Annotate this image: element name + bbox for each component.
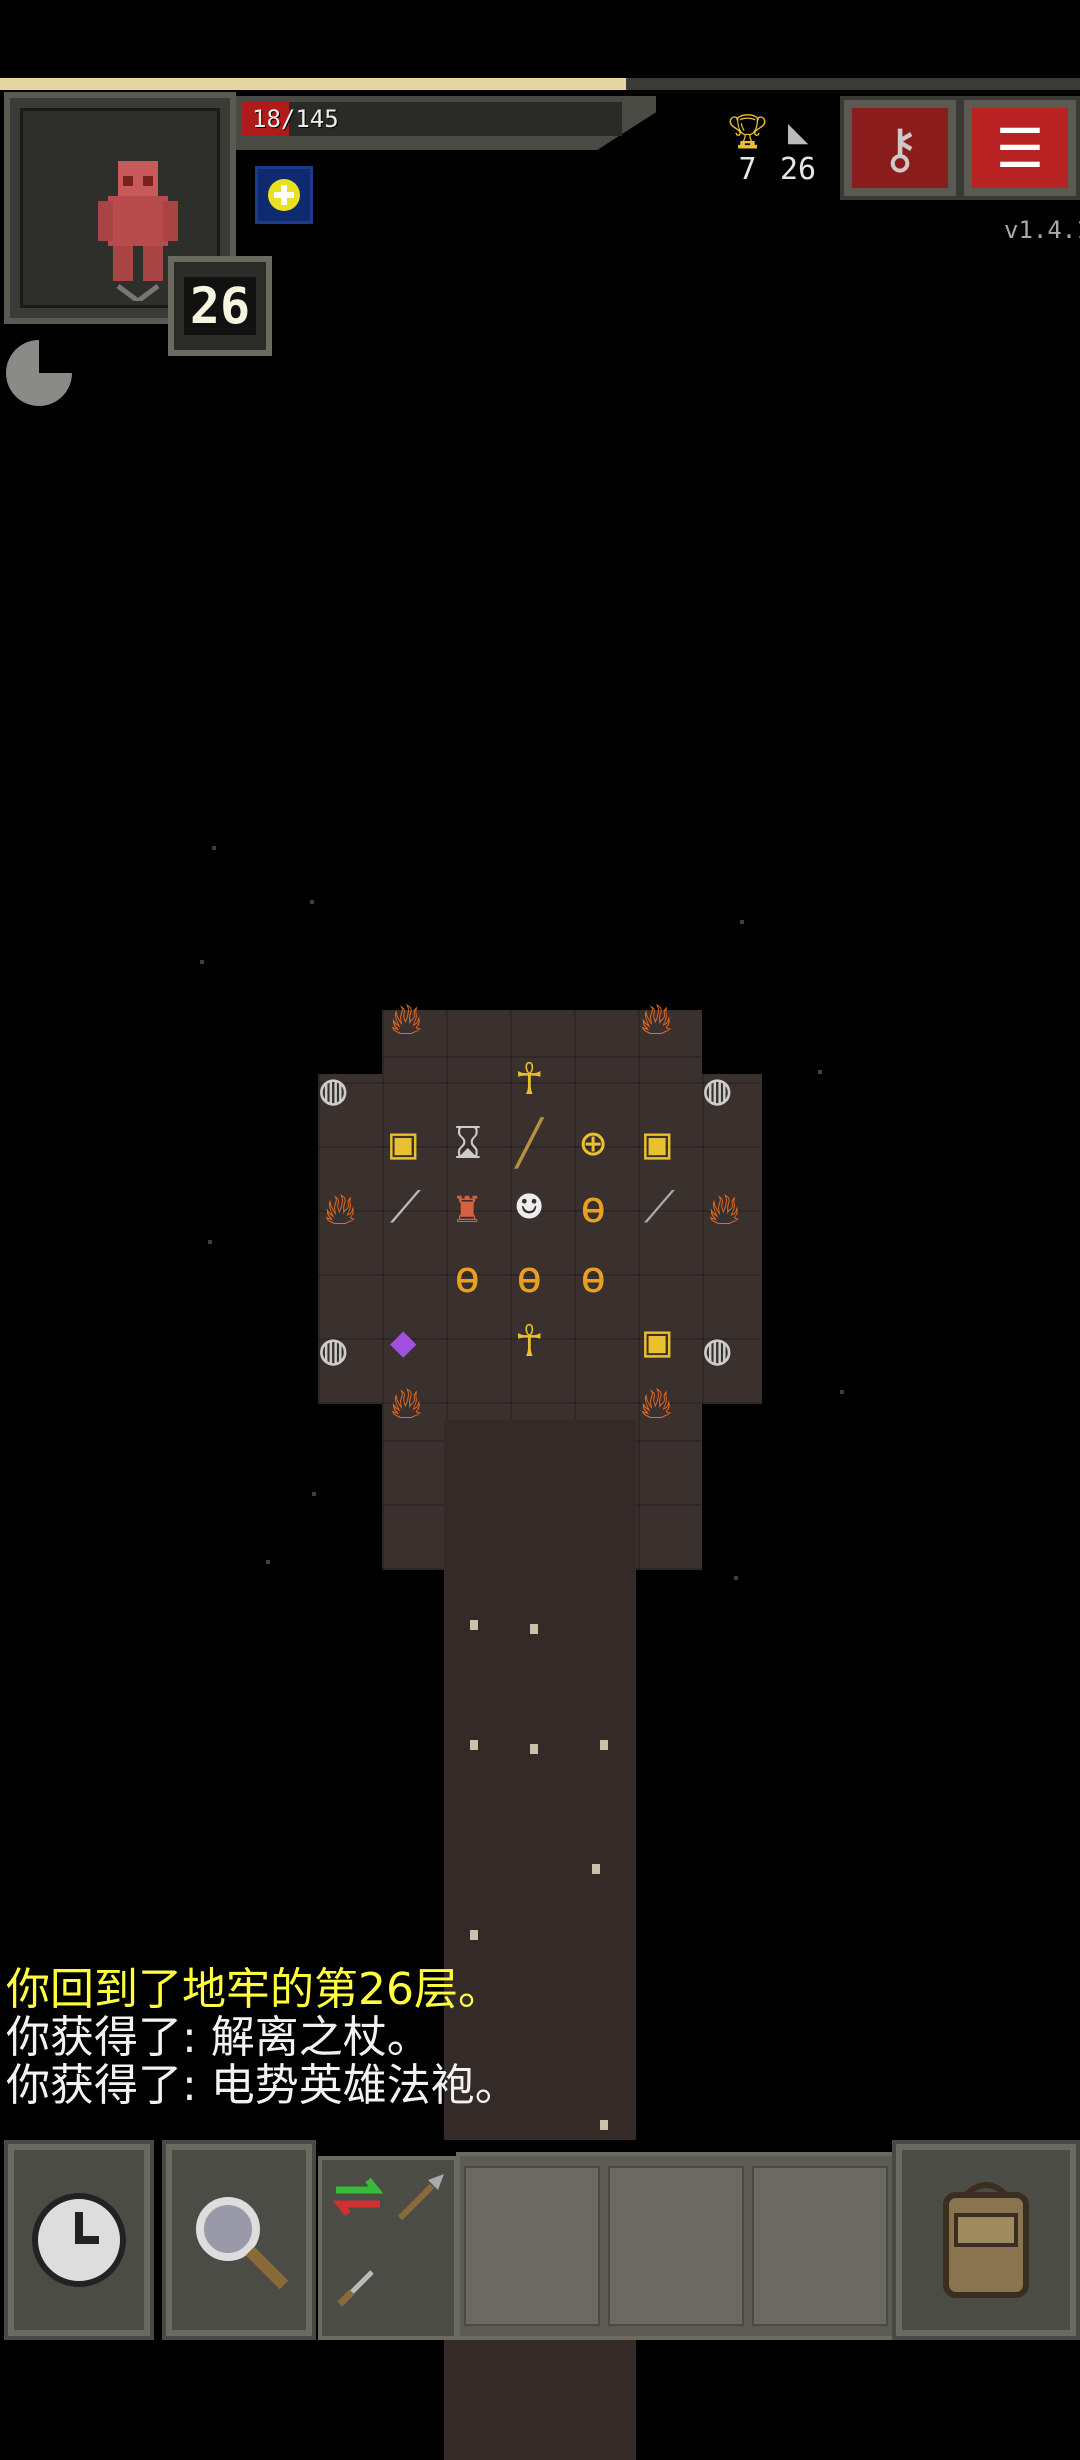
robe-icon[interactable]: ♜ bbox=[454, 1186, 481, 1230]
torch-icon: 🔥︎ bbox=[708, 1184, 741, 1235]
game-log: 你回到了地牢的第26层。 你获得了: 解离之杖。 你获得了: 电势英雄法袍。 bbox=[6, 1966, 519, 2110]
wait-button[interactable] bbox=[4, 2140, 154, 2340]
log-line: 你获得了: 电势英雄法袍。 bbox=[6, 2060, 519, 2111]
torch-icon: 🔥︎ bbox=[640, 994, 673, 1045]
star bbox=[840, 1390, 844, 1394]
rubble bbox=[470, 1620, 478, 1630]
star bbox=[312, 1492, 316, 1496]
ring-icon[interactable]: ɵ bbox=[454, 1256, 481, 1300]
star bbox=[818, 1070, 822, 1074]
quickslot-bar bbox=[456, 2152, 896, 2340]
dart-icon[interactable] bbox=[328, 2256, 388, 2316]
depth-counter[interactable]: ◣ 26 bbox=[780, 112, 816, 187]
spear-icon[interactable] bbox=[392, 2166, 452, 2226]
tome-icon[interactable]: ▣ bbox=[644, 1122, 671, 1166]
spear-icon[interactable]: ⟋ bbox=[644, 1186, 675, 1230]
ring-icon[interactable]: ɵ bbox=[580, 1186, 607, 1230]
star bbox=[740, 920, 744, 924]
torch-icon: 🔥︎ bbox=[390, 994, 423, 1045]
toolbar bbox=[0, 2140, 1080, 2340]
stairs-icon: ◣ bbox=[787, 112, 809, 152]
quickslot[interactable] bbox=[752, 2166, 888, 2326]
rubble bbox=[530, 1624, 538, 1634]
pedestal-icon: ◍ bbox=[320, 1064, 347, 1115]
hero-level-badge: 26 bbox=[168, 256, 272, 356]
clock-icon bbox=[32, 2193, 126, 2287]
depth-text: 26 bbox=[780, 152, 817, 187]
ring-icon[interactable]: ɵ bbox=[516, 1256, 543, 1300]
quickslot-grid bbox=[318, 2156, 458, 2340]
magnifier-icon bbox=[196, 2197, 289, 2290]
ankh-icon[interactable]: ☥ bbox=[516, 1058, 543, 1102]
star bbox=[212, 846, 216, 850]
xp-bar bbox=[0, 78, 1080, 90]
challenges-counter[interactable]: 🏆︎ 7 bbox=[726, 112, 769, 187]
rubble bbox=[530, 1744, 538, 1754]
star bbox=[310, 900, 314, 904]
quickslot[interactable] bbox=[608, 2166, 744, 2326]
pedestal-icon: ◍ bbox=[704, 1324, 731, 1375]
hp-text: 18/145 bbox=[252, 105, 339, 133]
rubble bbox=[470, 1740, 478, 1750]
hp-bar: 18/145 bbox=[242, 102, 622, 136]
star bbox=[734, 1576, 738, 1580]
pedestal-icon: ◍ bbox=[320, 1324, 347, 1375]
version-label: v1.4.1 bbox=[1004, 216, 1080, 244]
bless-buff-icon[interactable] bbox=[255, 166, 313, 224]
star bbox=[200, 960, 204, 964]
backpack-button[interactable] bbox=[892, 2140, 1080, 2340]
torch-icon: 🔥︎ bbox=[390, 1378, 423, 1429]
rubble bbox=[600, 1740, 608, 1750]
wand-icon[interactable]: ╱ bbox=[516, 1122, 543, 1166]
hero-level-text: 26 bbox=[183, 277, 257, 335]
menu-button[interactable]: ☰ bbox=[960, 96, 1080, 200]
journal-button[interactable]: ⚷ bbox=[840, 96, 960, 200]
torch-icon: 🔥︎ bbox=[640, 1378, 673, 1429]
rubble bbox=[600, 2120, 608, 2130]
gold-count-text: 7 bbox=[738, 152, 757, 187]
crystal-icon[interactable]: ◆ bbox=[390, 1320, 417, 1364]
pedestal-icon: ◍ bbox=[704, 1064, 731, 1115]
busy-indicator-icon bbox=[6, 340, 72, 406]
star bbox=[208, 1240, 212, 1244]
key-icon: ⚷ bbox=[852, 108, 948, 188]
trophy-icon: 🏆︎ bbox=[726, 112, 770, 152]
swap-icon[interactable] bbox=[328, 2166, 388, 2226]
tome-icon[interactable]: ▣ bbox=[390, 1122, 417, 1166]
rubble bbox=[592, 1864, 600, 1874]
ring-icon[interactable]: ɵ bbox=[580, 1256, 607, 1300]
star bbox=[266, 1560, 270, 1564]
log-line: 你获得了: 解离之杖。 bbox=[6, 2012, 431, 2063]
rubble bbox=[470, 1930, 478, 1940]
torch-icon: 🔥︎ bbox=[324, 1184, 357, 1235]
hero-sprite-icon[interactable]: ☻ bbox=[516, 1186, 543, 1230]
quickslot[interactable] bbox=[464, 2166, 600, 2326]
orb-icon[interactable]: ⊕ bbox=[580, 1122, 607, 1166]
search-button[interactable] bbox=[162, 2140, 316, 2340]
menu-icon: ☰ bbox=[972, 108, 1068, 188]
xp-fill bbox=[0, 78, 627, 90]
log-line: 你回到了地牢的第26层。 bbox=[6, 1964, 502, 2015]
hourglass-icon[interactable]: ⌛︎ bbox=[454, 1122, 482, 1166]
ankh-icon[interactable]: ☥ bbox=[516, 1320, 543, 1364]
sword-icon[interactable]: ⟋ bbox=[390, 1186, 421, 1230]
tome-icon[interactable]: ▣ bbox=[644, 1320, 671, 1364]
backpack-icon bbox=[943, 2182, 1029, 2298]
